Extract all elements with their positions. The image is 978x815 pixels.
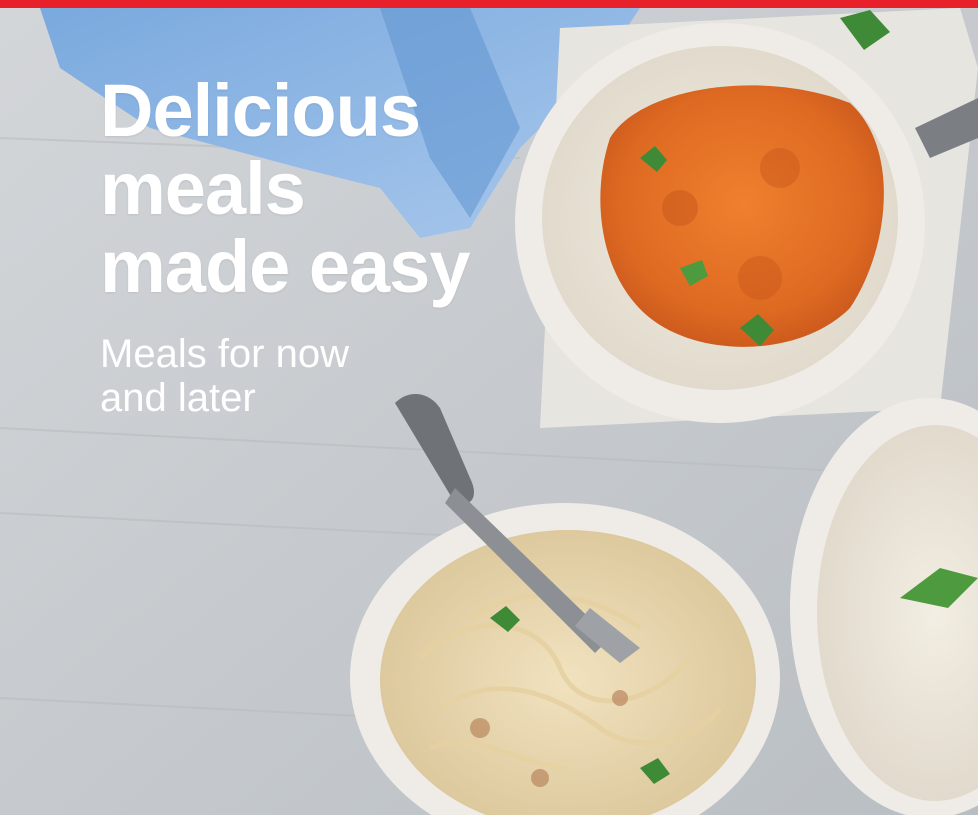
subheadline: Meals for now and later — [100, 332, 520, 420]
headline-line-3: made easy — [100, 225, 471, 308]
brand-accent-bar — [0, 0, 978, 8]
subheadline-line-1: Meals for now — [100, 332, 349, 376]
headline-line-1: Delicious — [100, 69, 421, 152]
headline-line-2: meals — [100, 147, 306, 230]
curry-rice-bowl — [515, 23, 925, 423]
headline: Delicious meals made easy — [100, 72, 560, 306]
subheadline-line-2: and later — [100, 376, 256, 420]
